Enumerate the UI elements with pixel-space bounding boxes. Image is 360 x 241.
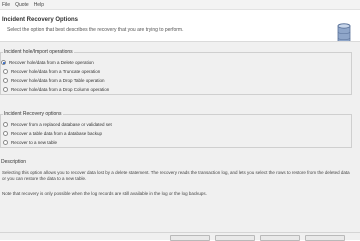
option-drop-table[interactable]: Recover hole/data from a Drop Table oper… [3, 77, 104, 84]
description-paragraph-2: Note that recovery is only possible when… [2, 191, 207, 196]
option-delete[interactable]: Recover hole/data from a Delete operatio… [1, 59, 94, 66]
recovery-group: Incident Recovery options Recover from a… [0, 111, 352, 148]
option-truncate-label: Recover hole/data from a Truncate operat… [11, 69, 101, 74]
option-new-table[interactable]: Recover to a new table [3, 139, 57, 146]
radio-drop-column[interactable] [3, 87, 8, 92]
option-replaced-database-label: Recover from a replaced database or vali… [11, 122, 112, 127]
wizard-footer [0, 232, 360, 241]
option-drop-column-label: Recover hole/data from a Drop Column ope… [11, 87, 110, 92]
recovery-group-title: Incident Recovery options [3, 111, 63, 117]
radio-delete[interactable] [1, 60, 6, 65]
cancel-button[interactable] [305, 235, 345, 241]
menu-bar: File Quote Help [0, 0, 360, 10]
radio-truncate[interactable] [3, 69, 8, 74]
content-area: Incident hole/Import operations Recover … [0, 42, 360, 232]
option-drop-column[interactable]: Recover hole/data from a Drop Column ope… [3, 86, 109, 93]
operations-group-title: Incident hole/Import operations [3, 49, 74, 55]
radio-replaced-database[interactable] [3, 122, 8, 127]
menu-item-help[interactable]: Help [34, 0, 44, 9]
option-drop-table-label: Recover hole/data from a Drop Table oper… [11, 78, 105, 83]
menu-item-quote[interactable]: Quote [15, 0, 29, 9]
wizard-title: Incident Recovery Options [2, 17, 79, 23]
wizard-header: Incident Recovery Options Select the opt… [0, 10, 360, 47]
option-database-backup[interactable]: Recover a table data from a database bac… [3, 130, 102, 137]
wizard-description: Select the option that best describes th… [7, 27, 184, 33]
option-replaced-database[interactable]: Recover from a replaced database or vali… [3, 121, 112, 128]
next-button[interactable] [215, 235, 255, 241]
radio-new-table[interactable] [3, 140, 8, 145]
option-database-backup-label: Recover a table data from a database bac… [11, 131, 103, 136]
option-delete-label: Recover hole/data from a Delete operatio… [9, 60, 94, 65]
description-title: Description [0, 159, 28, 165]
radio-database-backup[interactable] [3, 131, 8, 136]
back-button[interactable] [170, 235, 210, 241]
description-paragraph-1: Selecting this option allows you to reco… [2, 170, 350, 181]
finish-button[interactable] [260, 235, 300, 241]
operations-group: Incident hole/Import operations Recover … [0, 49, 352, 95]
menu-item-file[interactable]: File [2, 0, 10, 9]
radio-drop-table[interactable] [3, 78, 8, 83]
option-new-table-label: Recover to a new table [11, 140, 58, 145]
option-truncate[interactable]: Recover hole/data from a Truncate operat… [3, 68, 100, 75]
description-group: Description Selecting this option allows… [0, 157, 352, 230]
